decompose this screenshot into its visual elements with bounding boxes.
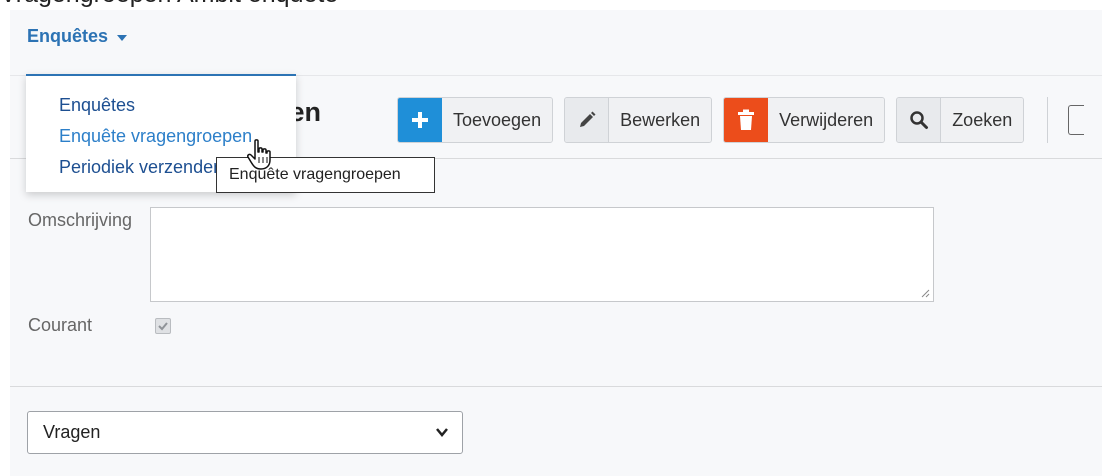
add-button[interactable]: Toevoegen [397,97,554,143]
delete-button-label: Verwijderen [768,98,885,142]
hand-cursor-icon [247,139,271,170]
current-checkbox[interactable] [155,318,171,334]
description-textarea[interactable] [150,207,934,302]
divider [10,386,1102,387]
more-actions-icon[interactable] [1068,105,1085,135]
current-label: Courant [28,315,93,335]
toolbar-divider [1047,97,1049,143]
section-select-value: Vragen [43,422,101,442]
chevron-down-icon [436,428,448,437]
section-select[interactable]: Vragen [27,411,463,454]
navbar [10,10,1102,76]
plus-icon [398,98,442,142]
nav-menu-enquetes[interactable]: Enquêtes [27,26,128,47]
trash-icon [724,98,769,142]
search-button[interactable]: Zoeken [896,97,1025,143]
pencil-icon [565,98,610,142]
edit-button-label: Bewerken [609,98,712,142]
add-button-label: Toevoegen [442,98,553,142]
nav-menu-label: Enquêtes [27,26,109,46]
edit-button[interactable]: Bewerken [564,97,713,143]
dropdown-item-enquetes[interactable]: Enquêtes [59,95,135,116]
checkmark-icon [158,322,168,331]
resize-grip-icon[interactable] [920,288,930,298]
description-label: Omschrijving [28,210,133,230]
delete-button[interactable]: Verwijderen [723,97,886,143]
dropdown-item-enquete-vragengroepen[interactable]: Enquête vragengroepen [59,126,252,147]
top-strip: Vragengroepen Ambit enquête [0,0,1102,10]
top-strip-text: Vragengroepen Ambit enquête [0,0,338,9]
toolbar: Toevoegen Bewerken Verwijderen Zoeken [397,97,1085,143]
caret-down-icon [117,34,128,41]
search-icon [897,98,942,142]
search-button-label: Zoeken [941,98,1024,142]
